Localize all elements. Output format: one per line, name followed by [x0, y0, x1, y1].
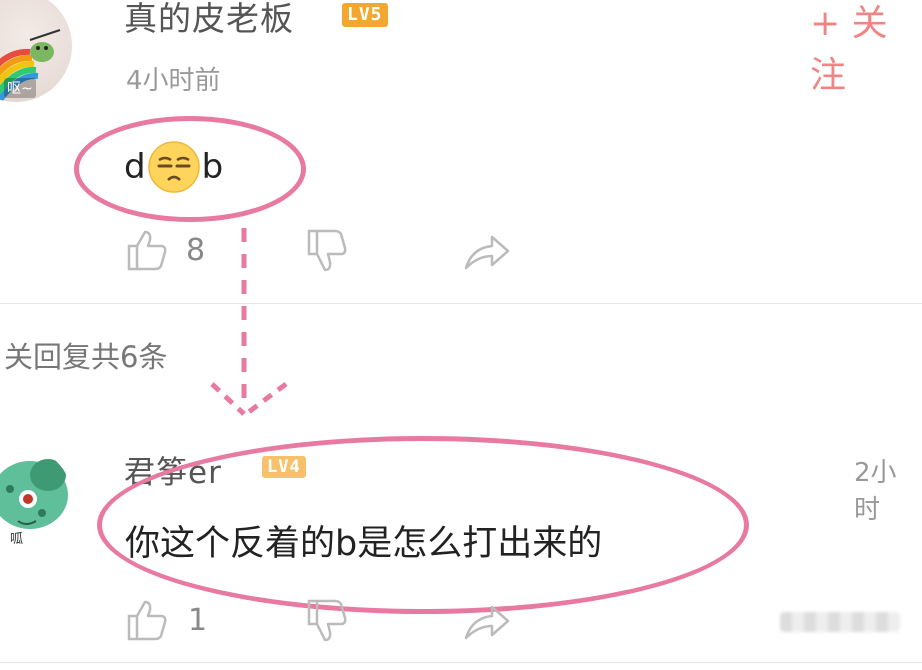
- comment-text: d b: [124, 140, 223, 194]
- like-button[interactable]: [126, 228, 168, 276]
- divider: [0, 303, 922, 304]
- share-arrow-icon: [464, 605, 510, 640]
- thumbs-down-icon: [307, 229, 347, 272]
- like-count: 8: [186, 233, 206, 268]
- avatar-tag: 呕~: [4, 78, 36, 98]
- reply-text: 你这个反着的b是怎么打出来的: [125, 524, 603, 564]
- reply-count-label[interactable]: 关回复共6条: [4, 334, 167, 376]
- reply-time: 2小时: [854, 458, 897, 525]
- follow-button[interactable]: + 关注: [810, 0, 922, 98]
- watermark: [780, 612, 900, 632]
- thumbs-up-icon: [127, 600, 167, 641]
- comment-text-after: b: [201, 147, 224, 187]
- thumbs-up-icon: [127, 230, 167, 271]
- level-badge: LV5: [342, 3, 388, 27]
- comment-time: 4小时前: [126, 66, 221, 96]
- divider: [0, 662, 922, 663]
- comment-text-before: d: [124, 147, 146, 187]
- thumbs-down-icon: [307, 599, 347, 642]
- like-button[interactable]: [126, 598, 168, 646]
- comment-username[interactable]: 真的皮老板: [124, 0, 294, 40]
- share-button[interactable]: [462, 232, 512, 276]
- share-button[interactable]: [462, 602, 512, 646]
- expressionless-face-icon: [147, 140, 201, 194]
- avatar[interactable]: 呱: [0, 447, 72, 549]
- dislike-button[interactable]: [306, 598, 350, 648]
- share-arrow-icon: [464, 235, 510, 270]
- avatar-tag: 呱: [10, 532, 24, 547]
- avatar[interactable]: 呕~: [0, 0, 72, 102]
- dashed-down-arrow-icon: [206, 224, 292, 428]
- like-count: 1: [188, 603, 208, 638]
- dislike-button[interactable]: [306, 228, 350, 278]
